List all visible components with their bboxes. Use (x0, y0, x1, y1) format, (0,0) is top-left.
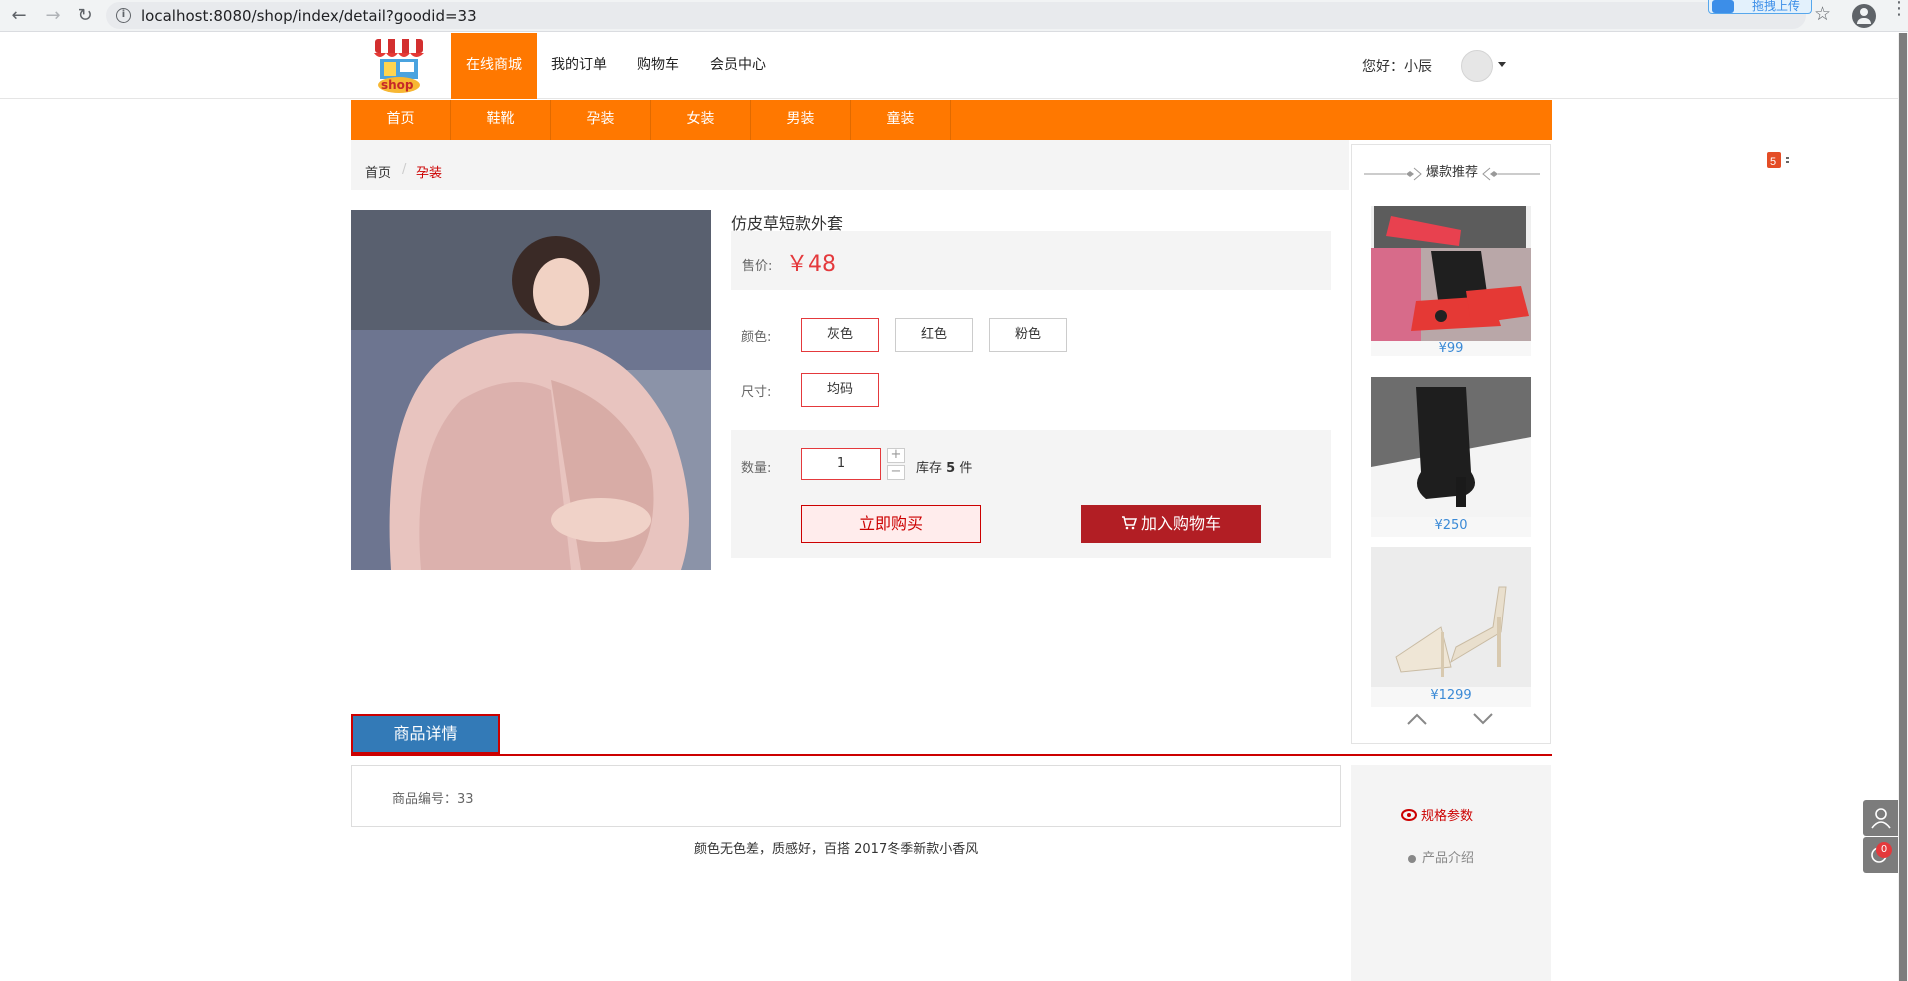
profile-icon[interactable] (1852, 4, 1876, 28)
category-men[interactable]: 男装 (751, 100, 851, 140)
price-value: ￥48 (786, 252, 836, 277)
breadcrumb-home[interactable]: 首页 (365, 162, 391, 181)
recommend-price: ¥99 (1438, 341, 1464, 356)
nav-member-center[interactable]: 会员中心 (706, 33, 770, 99)
product-code: 商品编号：33 (392, 792, 474, 807)
recommend-price: ¥1299 (1430, 688, 1472, 703)
dot-icon (1408, 854, 1416, 863)
stock-prefix: 库存 (916, 461, 943, 476)
product-description: 颜色无色差，质感好，百搭 2017冬季新款小香风 (694, 842, 979, 857)
detail-panel: 商品编号：33 (351, 765, 1341, 827)
chevron-down-icon[interactable] (1472, 707, 1494, 732)
recommend-title: 爆款推荐 (1425, 165, 1478, 180)
category-bar: 首页 鞋靴 孕装 女装 男装 童装 (351, 100, 1552, 140)
detail-side-nav: 规格参数 产品介绍 (1351, 765, 1551, 981)
category-maternity[interactable]: 孕装 (551, 100, 651, 140)
extension-label: 拖拽上传 (1752, 0, 1801, 13)
product-thumbnail (1371, 547, 1531, 687)
side-item-specs-label: 规格参数 (1421, 809, 1474, 824)
price-box: 售价: ￥48 (731, 231, 1331, 290)
user-float-button[interactable] (1863, 800, 1899, 836)
scrollbar-thumb[interactable] (1899, 33, 1907, 981)
color-option-red[interactable]: 红色 (895, 318, 973, 352)
quantity-decrease-icon[interactable]: − (887, 465, 905, 480)
nav-my-orders[interactable]: 我的订单 (547, 33, 611, 99)
size-label: 尺寸: (741, 385, 772, 400)
category-shoes[interactable]: 鞋靴 (451, 100, 551, 140)
menu-icon[interactable]: ⋮ (1890, 0, 1908, 18)
product-image (351, 210, 711, 570)
add-to-cart-label: 加入购物车 (1140, 514, 1221, 533)
tab-divider (351, 754, 1552, 756)
category-women[interactable]: 女装 (651, 100, 751, 140)
chevron-up-icon[interactable] (1406, 707, 1428, 732)
category-kids[interactable]: 童装 (851, 100, 951, 140)
quantity-increase-icon[interactable]: + (887, 448, 905, 463)
side-item-specs[interactable]: 规格参数 (1401, 805, 1473, 825)
product-thumbnail (1371, 377, 1531, 517)
color-label: 颜色: (741, 330, 772, 345)
tab-product-detail[interactable]: 商品详情 (351, 714, 500, 754)
breadcrumb-current: 孕装 (416, 166, 443, 181)
stock-unit: 件 (959, 461, 973, 476)
shop-logo[interactable]: shop (368, 33, 430, 95)
side-item-intro-label: 产品介绍 (1422, 851, 1475, 866)
side-item-intro[interactable]: 产品介绍 (1408, 847, 1474, 866)
cart-icon (1121, 506, 1138, 544)
cloud-logo-icon (1712, 0, 1734, 13)
nav-cart[interactable]: 购物车 (630, 33, 686, 99)
hot-recommend-panel: 爆款推荐 ¥99 ¥250 ¥1299 (1351, 144, 1551, 744)
browser-toolbar: ← → ↻ i localhost:8080/shop/index/detail… (0, 0, 1908, 32)
site-header: shop 在线商城 我的订单 购物车 会员中心 您好：小辰 (0, 33, 1898, 99)
html5-widget-icon[interactable]: 5 (1765, 150, 1795, 172)
breadcrumb-separator: / (402, 162, 407, 177)
url-text: localhost:8080/shop/index/detail?goodid=… (141, 7, 477, 25)
recommend-item[interactable]: ¥1299 (1371, 547, 1531, 707)
add-to-cart-button[interactable]: 加入购物车 (1081, 505, 1261, 543)
back-icon[interactable]: ← (6, 3, 32, 29)
drag-upload-extension[interactable]: 拖拽上传 (1708, 0, 1812, 14)
bookmark-star-icon[interactable]: ☆ (1814, 3, 1831, 25)
stock-info: 库存 5 件 (916, 457, 972, 476)
user-avatar[interactable] (1461, 50, 1493, 82)
info-icon[interactable]: i (116, 8, 131, 23)
svg-text:5: 5 (1770, 156, 1776, 168)
logo-text: shop (381, 78, 414, 92)
recommend-item[interactable]: ¥250 (1371, 377, 1531, 537)
user-icon (1871, 808, 1891, 829)
chevron-down-icon[interactable] (1498, 62, 1506, 67)
eye-icon (1401, 808, 1417, 825)
reload-icon[interactable]: ↻ (72, 3, 98, 29)
price-label: 售价: (742, 259, 773, 274)
color-option-pink[interactable]: 粉色 (989, 318, 1067, 352)
recommend-item[interactable]: ¥99 (1371, 206, 1531, 356)
category-home[interactable]: 首页 (351, 100, 451, 140)
address-bar[interactable]: i localhost:8080/shop/index/detail?goodi… (106, 2, 1806, 29)
product-thumbnail (1371, 206, 1531, 341)
color-option-gray[interactable]: 灰色 (801, 318, 879, 352)
buy-now-button[interactable]: 立即购买 (801, 505, 981, 543)
stock-count: 5 (946, 461, 956, 476)
size-option-onesize[interactable]: 均码 (801, 373, 879, 407)
cart-count-badge: 0 (1876, 842, 1892, 858)
breadcrumb: 首页 / 孕装 (351, 140, 1349, 190)
forward-icon[interactable]: → (40, 3, 66, 29)
nav-online-shop[interactable]: 在线商城 (451, 33, 537, 99)
recommend-price: ¥250 (1434, 518, 1468, 533)
user-greeting: 您好：小辰 (1362, 59, 1432, 75)
quantity-label: 数量: (741, 461, 772, 476)
purchase-box: 数量: 1 + − 库存 5 件 立即购买 加入购物车 (731, 430, 1331, 558)
quantity-input[interactable]: 1 (801, 448, 881, 480)
